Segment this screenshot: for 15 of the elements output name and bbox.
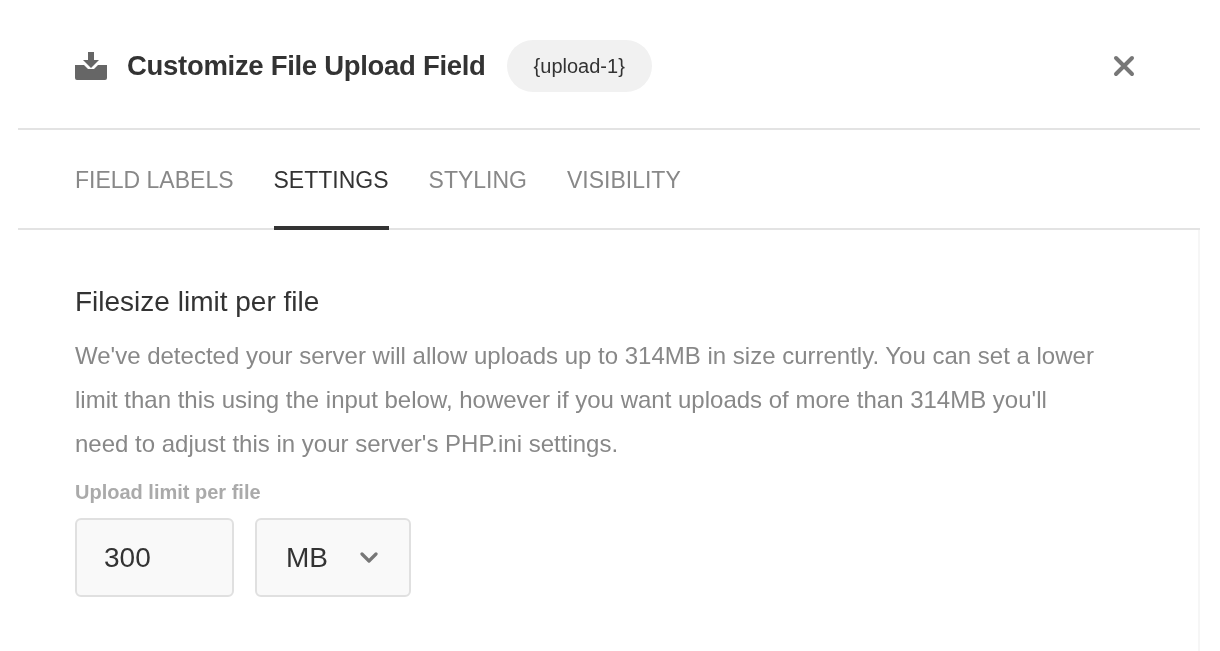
unit-select[interactable]: MB [255,518,411,597]
field-tag-badge: {upload-1} [506,40,652,92]
field-label: Upload limit per file [75,480,262,504]
tab[interactable]: FIELD LABELS [75,167,234,230]
description-text: We've detected your server will allow uploads up to 314MB in size currently. You can set a lower limit than this using the input below, however if you want uploads of more than 314MB you'll need to adjust this in your server's PHP.ini settings. [75,341,1095,459]
close-button[interactable] [1113,55,1135,77]
number-input[interactable]: 300 [75,518,234,597]
dialog-title: Customize File Upload Field [127,50,486,82]
chevron-down-icon [359,551,379,564]
close-icon [1113,55,1135,77]
tab[interactable]: STYLING [428,167,527,230]
download-icon [75,52,107,80]
section-heading: Filesize limit per file [75,286,321,318]
tab[interactable]: VISIBILITY [566,167,681,230]
tab[interactable]: SETTINGS [273,167,389,230]
